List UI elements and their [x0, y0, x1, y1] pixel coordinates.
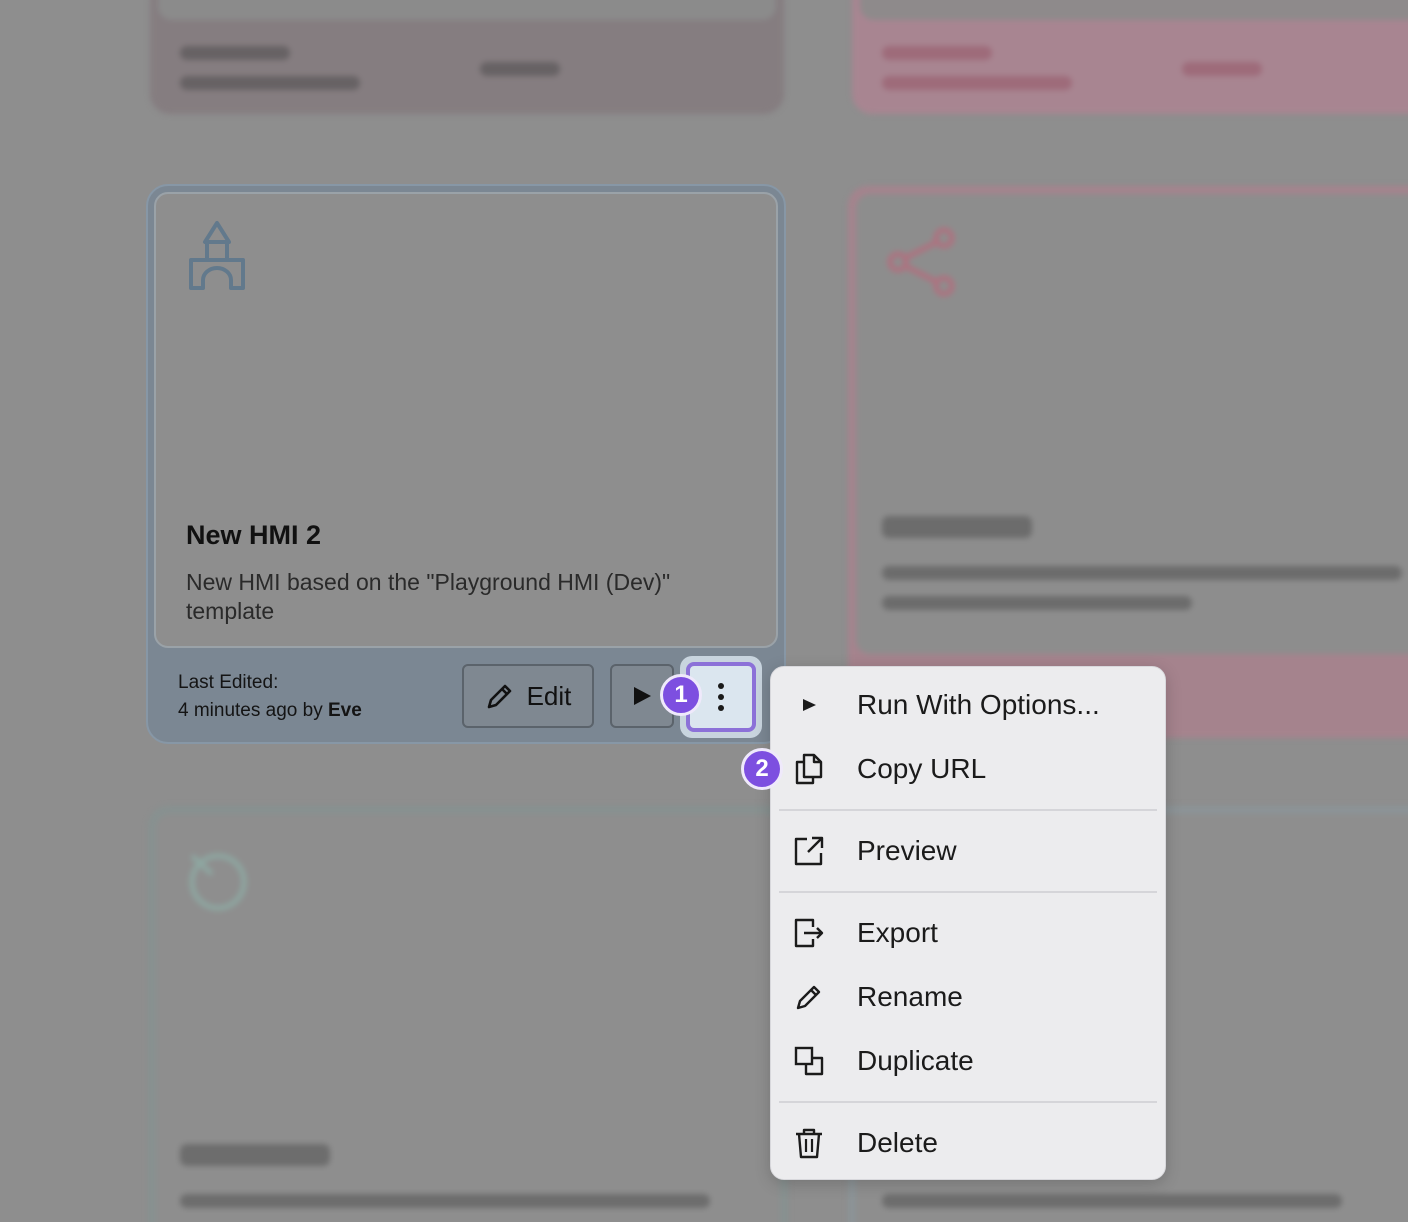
castle-icon — [189, 221, 245, 290]
menu-item-label: Preview — [857, 835, 957, 866]
last-edited-user: Eve — [327, 700, 362, 721]
background-card — [848, 186, 1408, 738]
menu-item-copy-url[interactable]: Copy URL — [779, 739, 1157, 799]
timer-icon — [189, 853, 247, 911]
export-icon — [794, 918, 824, 948]
step-badge-2: 2 — [741, 748, 783, 790]
trash-icon — [796, 1128, 822, 1159]
menu-item-label: Rename — [857, 981, 963, 1012]
kebab-menu-icon — [718, 683, 724, 711]
hmi-card[interactable]: New HMI 2 New HMI based on the "Playgrou… — [146, 184, 786, 744]
pencil-icon — [796, 985, 821, 1010]
play-icon — [803, 699, 816, 711]
edit-button-label: Edit — [526, 680, 572, 711]
share-icon — [887, 227, 955, 297]
step-badge-1: 1 — [660, 674, 702, 716]
background-card — [150, 0, 784, 114]
card-body[interactable]: New HMI 2 New HMI based on the "Playgrou… — [154, 192, 778, 648]
card-title: New HMI 2 — [186, 520, 322, 550]
menu-item-rename[interactable]: Rename — [779, 967, 1157, 1027]
menu-item-label: Copy URL — [857, 753, 987, 784]
card-description: New HMI based on the "Playground HMI (De… — [186, 569, 671, 624]
background-card — [148, 806, 788, 1222]
menu-item-duplicate[interactable]: Duplicate — [779, 1031, 1157, 1091]
menu-item-label: Export — [857, 917, 938, 948]
last-edited-time: 4 minutes ago by Eve — [178, 700, 362, 722]
context-menu: Run With Options... Copy URL Preview Exp… — [770, 666, 1166, 1180]
pencil-icon — [487, 684, 511, 709]
background-card — [852, 0, 1408, 114]
last-edited-label: Last Edited: — [178, 672, 279, 693]
menu-item-label: Run With Options... — [857, 689, 1100, 720]
copy-icon — [795, 753, 823, 785]
menu-item-label: Delete — [857, 1127, 938, 1158]
edit-button[interactable]: Edit — [462, 664, 594, 728]
menu-item-run-with-options[interactable]: Run With Options... — [779, 675, 1157, 735]
menu-item-delete[interactable]: Delete — [779, 1113, 1157, 1173]
menu-item-label: Duplicate — [857, 1045, 974, 1076]
play-icon — [634, 687, 651, 705]
menu-item-export[interactable]: Export — [779, 903, 1157, 963]
external-link-icon — [794, 836, 824, 866]
menu-divider — [779, 809, 1157, 811]
duplicate-icon — [794, 1046, 824, 1076]
last-edited-ago: 4 minutes ago by — [178, 700, 323, 721]
menu-item-preview[interactable]: Preview — [779, 821, 1157, 881]
menu-divider — [779, 891, 1157, 893]
menu-divider — [779, 1101, 1157, 1103]
